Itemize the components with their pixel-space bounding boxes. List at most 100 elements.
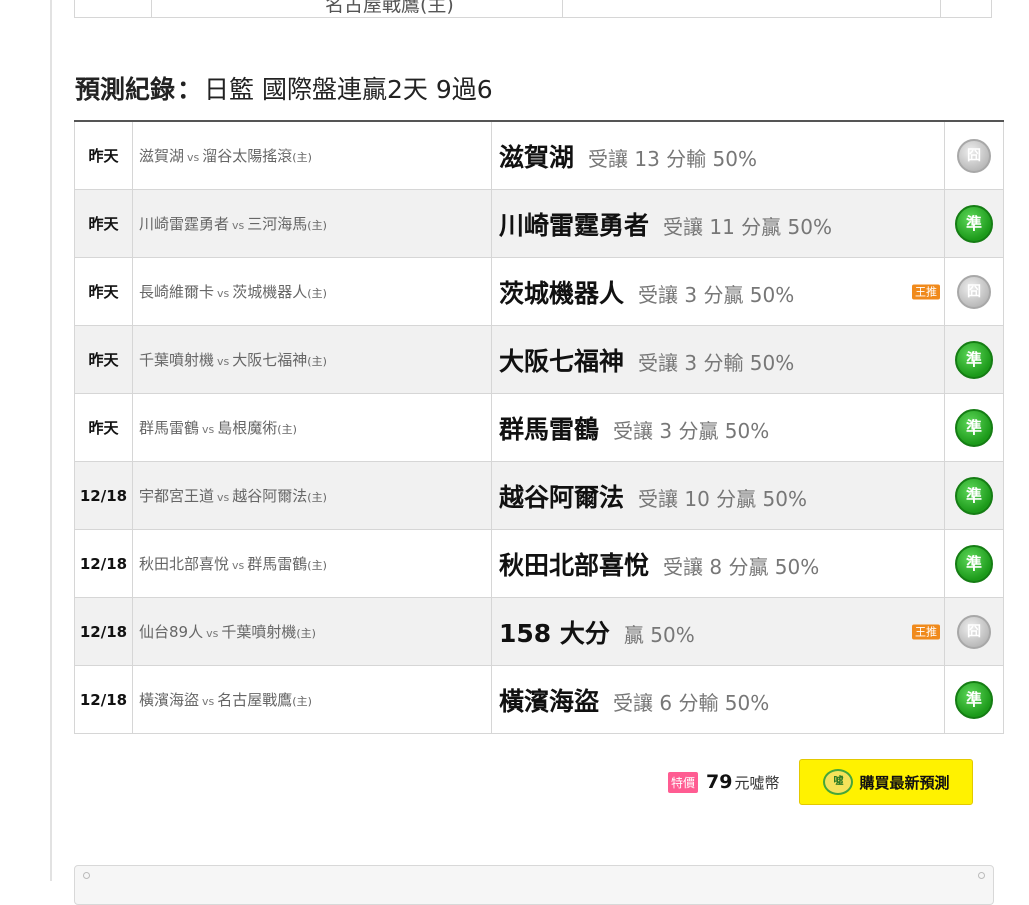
prev-col-divider [562,0,563,17]
miss-badge-icon: 囧 [957,274,991,309]
away-team: 長崎維爾卡 [139,283,215,301]
prev-col-divider [151,0,152,17]
hit-badge-icon: 準 [955,408,993,447]
record-matchup[interactable]: 秋田北部喜悅 vs 群馬雷鶴(主) [132,529,492,598]
pick-team: 滋賀湖 [499,142,575,172]
miss-badge-icon: 囧 [957,138,991,173]
pick-odds: 受讓 11 分贏 50% [663,214,832,239]
purchase-row: 特價 79 元噓幣 噓 購買最新預測 [668,758,974,806]
record-matchup[interactable]: 仙台89人 vs 千葉噴射機(主) [132,597,492,666]
record-date: 昨天 [74,257,133,326]
hit-badge-icon: 準 [955,544,993,583]
record-result: 準 [944,461,1004,530]
record-date: 12/18 [74,597,133,666]
away-team: 橫濱海盜 [139,691,200,709]
record-date: 昨天 [74,120,133,190]
pick-team: 大阪七福神 [499,346,625,376]
bottom-panel [74,865,994,905]
home-marker: (主) [307,559,327,572]
record-matchup[interactable]: 滋賀湖 vs 溜谷太陽搖滾(主) [132,120,492,190]
pick-odds: 贏 50% [623,622,695,647]
home-marker: (主) [296,627,316,640]
heading-separator: ： [177,75,203,104]
record-row: 12/18 仙台89人 vs 千葉噴射機(主) 158 大分贏 50% 王推囧 [74,597,1004,666]
home-team: 群馬雷鶴 [247,555,308,573]
record-date: 12/18 [74,529,133,598]
previous-table-row: 名古屋戰鷹(主) [74,0,992,18]
away-team: 秋田北部喜悅 [139,555,230,573]
home-team: 越谷阿爾法 [232,487,308,505]
vs-label: vs [232,559,245,572]
pick-team: 川崎雷霆勇者 [499,210,650,240]
record-result: 囧 [944,597,1004,666]
record-date: 昨天 [74,393,133,462]
pick-team: 橫濱海盜 [499,686,600,716]
record-matchup[interactable]: 長崎維爾卡 vs 茨城機器人(主) [132,257,492,326]
home-team: 名古屋戰鷹 [217,691,293,709]
hit-badge-icon: 準 [955,680,993,719]
record-matchup[interactable]: 川崎雷霆勇者 vs 三河海馬(主) [132,189,492,258]
record-row: 昨天 長崎維爾卡 vs 茨城機器人(主) 茨城機器人 受讓 3 分贏 50% 王推囧 [74,257,1004,326]
away-team: 群馬雷鶴 [139,419,200,437]
away-team: 宇都宮王道 [139,487,215,505]
record-result: 準 [944,393,1004,462]
buy-latest-prediction-button[interactable]: 噓 購買最新預測 [799,759,974,805]
record-pick: 越谷阿爾法 受讓 10 分贏 50% [491,461,945,530]
pick-odds: 受讓 3 分贏 50% [613,418,770,443]
home-marker: (主) [307,219,327,232]
pick-odds: 受讓 13 分輸 50% [588,146,757,171]
record-row: 昨天 群馬雷鶴 vs 島根魔術(主) 群馬雷鶴 受讓 3 分贏 50% 準 [74,393,1004,462]
pick-odds: 受讓 6 分輸 50% [613,690,770,715]
record-row: 12/18 橫濱海盜 vs 名古屋戰鷹(主) 橫濱海盜 受讓 6 分輸 50% 準 [74,665,1004,734]
vs-label: vs [232,219,245,232]
record-pick: 群馬雷鶴 受讓 3 分贏 50% [491,393,945,462]
record-matchup[interactable]: 千葉噴射機 vs 大阪七福神(主) [132,325,492,394]
page-left-border [50,0,52,881]
vs-label: vs [217,287,230,300]
record-pick: 大阪七福神 受讓 3 分輸 50% [491,325,945,394]
home-team: 千葉噴射機 [221,623,297,641]
special-price-tag: 特價 [668,771,699,793]
record-matchup[interactable]: 群馬雷鶴 vs 島根魔術(主) [132,393,492,462]
pick-team: 群馬雷鶴 [499,414,600,444]
prediction-record-table: 昨天 滋賀湖 vs 溜谷太陽搖滾(主) 滋賀湖 受讓 13 分輸 50% 囧昨天 川崎雷霆勇者… [74,120,1004,734]
record-date: 昨天 [74,325,133,394]
hit-badge-icon: 準 [955,340,993,379]
home-marker: (主) [292,151,312,164]
record-row: 12/18 秋田北部喜悅 vs 群馬雷鶴(主) 秋田北部喜悅 受讓 8 分贏 50% 準 [74,529,1004,598]
record-result: 準 [944,529,1004,598]
record-matchup[interactable]: 橫濱海盜 vs 名古屋戰鷹(主) [132,665,492,734]
record-pick: 秋田北部喜悅 受讓 8 分贏 50% [491,529,945,598]
vs-label: vs [202,695,215,708]
record-date: 昨天 [74,189,133,258]
prediction-record-heading: 預測紀錄：日籃 國際盤連贏2天 9過6 [75,70,493,106]
record-date: 12/18 [74,665,133,734]
pick-team: 茨城機器人 [499,278,625,308]
vs-label: vs [206,627,219,640]
king-pick-badge: 王推 [912,624,940,639]
pick-odds: 受讓 3 分贏 50% [638,282,795,307]
away-team: 千葉噴射機 [139,351,215,369]
pick-team: 越谷阿爾法 [499,482,625,512]
record-row: 昨天 千葉噴射機 vs 大阪七福神(主) 大阪七福神 受讓 3 分輸 50% 準 [74,325,1004,394]
home-team: 大阪七福神 [232,351,308,369]
home-marker: (主) [292,695,312,708]
record-result: 準 [944,665,1004,734]
pick-team: 秋田北部喜悅 [499,550,650,580]
hit-badge-icon: 準 [955,204,993,243]
record-row: 昨天 滋賀湖 vs 溜谷太陽搖滾(主) 滋賀湖 受讓 13 分輸 50% 囧 [74,120,1004,190]
record-row: 昨天 川崎雷霆勇者 vs 三河海馬(主) 川崎雷霆勇者 受讓 11 分贏 50% 準 [74,189,1004,258]
vs-label: vs [202,423,215,436]
prev-row-text: 名古屋戰鷹(主) [325,0,454,16]
away-team: 川崎雷霆勇者 [139,215,230,233]
record-pick: 川崎雷霆勇者 受讓 11 分贏 50% [491,189,945,258]
record-matchup[interactable]: 宇都宮王道 vs 越谷阿爾法(主) [132,461,492,530]
away-team: 仙台89人 [139,623,204,641]
heading-label: 預測紀錄 [75,75,176,104]
price-amount: 79 [706,771,733,793]
record-date: 12/18 [74,461,133,530]
vs-label: vs [217,355,230,368]
record-result: 準 [944,325,1004,394]
record-pick: 茨城機器人 受讓 3 分贏 50% 王推 [491,257,945,326]
home-marker: (主) [307,355,327,368]
